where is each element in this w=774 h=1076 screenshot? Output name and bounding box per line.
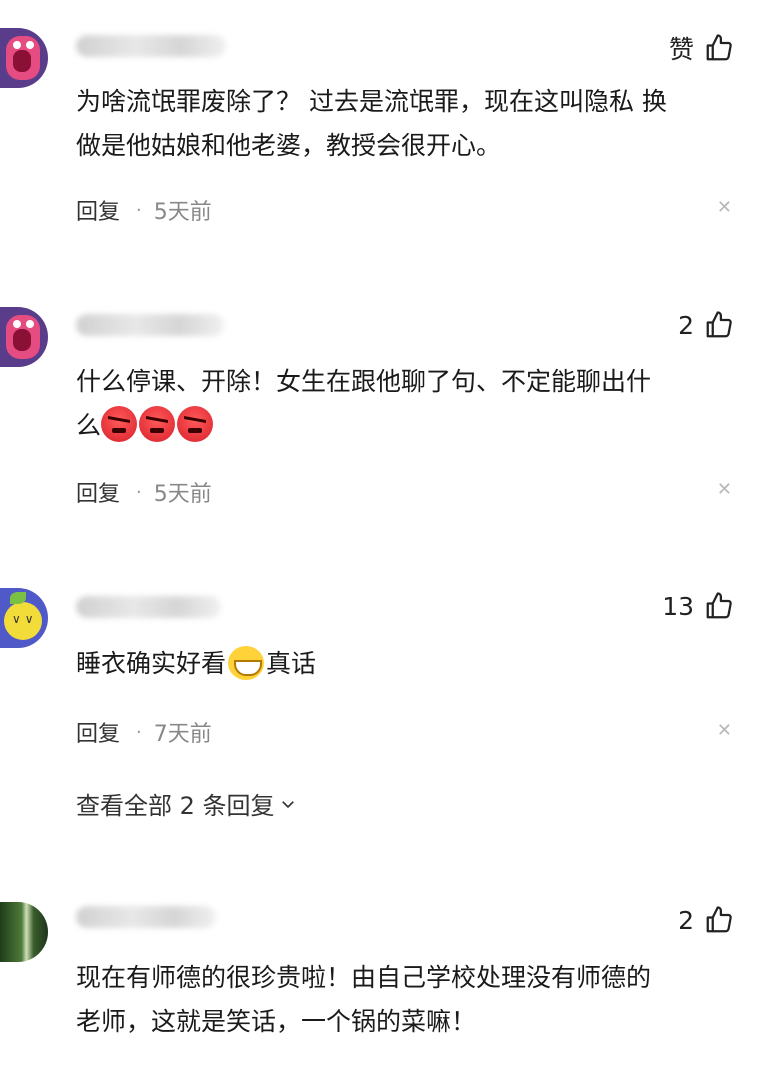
- like-button[interactable]: 13: [662, 591, 734, 621]
- username-blurred[interactable]: [76, 314, 224, 336]
- timestamp: 5天前: [153, 200, 212, 225]
- like-button[interactable]: 2: [678, 310, 734, 340]
- comment-meta: 回复 · 5天前: [76, 194, 212, 226]
- comment-text: 睡衣确实好看 真话: [76, 642, 736, 686]
- close-icon[interactable]: ✕: [717, 720, 732, 741]
- close-icon[interactable]: ✕: [717, 479, 732, 500]
- angry-emoji: [139, 406, 176, 442]
- comment-text: 什么停课、开除！女生在跟他聊了句、不定能聊出什 么: [76, 367, 652, 442]
- reply-button[interactable]: 回复: [76, 716, 120, 748]
- chevron-down-icon: [281, 800, 294, 808]
- thumbs-up-icon: [706, 906, 732, 933]
- like-count: 赞: [668, 35, 694, 64]
- angry-emoji: [177, 406, 214, 442]
- thumbs-up-icon: [706, 311, 732, 338]
- user-avatar[interactable]: [0, 902, 48, 962]
- username-blurred[interactable]: [76, 596, 221, 618]
- reply-button[interactable]: 回复: [76, 476, 120, 508]
- username-blurred[interactable]: [76, 906, 216, 928]
- user-avatar[interactable]: [0, 28, 48, 88]
- timestamp: 5天前: [153, 482, 212, 507]
- separator-dot: ·: [136, 481, 142, 503]
- close-icon[interactable]: ✕: [717, 197, 732, 218]
- separator-dot: ·: [136, 721, 142, 743]
- like-count: 13: [662, 591, 694, 621]
- separator-dot: ·: [136, 199, 142, 221]
- user-avatar[interactable]: ∨∨: [0, 588, 48, 648]
- like-button[interactable]: 赞: [669, 30, 734, 66]
- like-count: 2: [678, 310, 694, 340]
- like-button[interactable]: 2: [678, 905, 734, 935]
- user-avatar[interactable]: [0, 307, 48, 367]
- like-count: 2: [678, 905, 694, 935]
- timestamp: 7天前: [153, 722, 212, 747]
- grin-emoji: [228, 646, 265, 680]
- comment-text: 现在有师德的很珍贵啦！由自己学校处理没有师德的 老师，这就是笑话，一个锅的菜嘛！: [76, 963, 652, 1036]
- reply-button[interactable]: 回复: [76, 194, 120, 226]
- username-blurred[interactable]: [76, 35, 226, 57]
- thumbs-up-icon: [706, 34, 732, 61]
- comment-text: 为啥流氓罪废除了？ 过去是流氓罪，现在这叫隐私 换 做是他姑娘和他老婆，教授会很…: [76, 87, 667, 160]
- view-all-replies-button[interactable]: 查看全部 2 条回复: [76, 786, 297, 821]
- angry-emoji: [101, 406, 138, 442]
- comment-meta: 回复 · 7天前: [76, 716, 212, 748]
- comment-meta: 回复 · 5天前: [76, 476, 212, 508]
- thumbs-up-icon: [706, 592, 732, 619]
